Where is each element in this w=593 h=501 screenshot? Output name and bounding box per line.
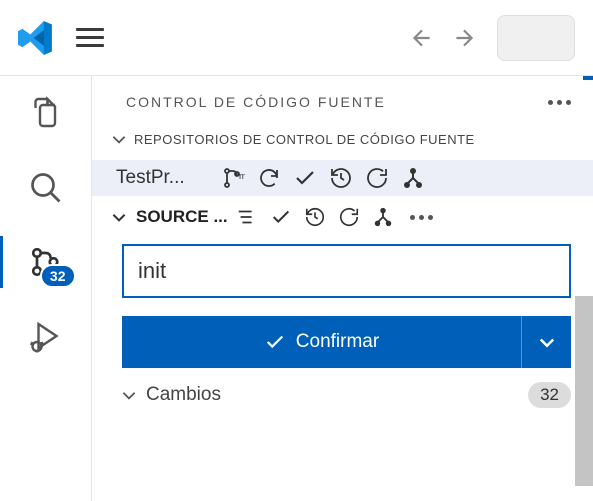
source-more-icon[interactable] <box>410 215 433 220</box>
run-debug-tab[interactable] <box>26 316 66 356</box>
scm-badge: 32 <box>40 264 76 288</box>
commit-message-input[interactable] <box>122 244 571 298</box>
titlebar <box>0 0 593 76</box>
repo-row[interactable]: TestPr... m <box>92 160 593 196</box>
changes-section-header[interactable]: Cambios 32 <box>92 368 593 408</box>
panel-title: CONTROL DE CÓDIGO FUENTE <box>126 94 548 110</box>
repo-name: TestPr... <box>116 167 211 189</box>
check-icon <box>264 331 286 353</box>
source-control-section-header[interactable]: SOURCE ... <box>92 196 593 238</box>
check-icon[interactable] <box>270 206 292 228</box>
chevron-down-icon <box>120 386 138 404</box>
check-icon[interactable] <box>293 166 317 190</box>
vscode-logo <box>18 20 54 56</box>
repos-section-label: REPOSITORIOS DE CONTROL DE CÓDIGO FUENTE <box>134 132 475 147</box>
history-icon[interactable] <box>329 166 353 190</box>
chevron-down-icon <box>537 332 557 352</box>
source-section-label: SOURCE ... <box>136 207 228 227</box>
command-center[interactable] <box>497 15 575 61</box>
chevron-down-icon <box>110 130 128 148</box>
nav-arrows <box>409 25 477 51</box>
sync-icon[interactable] <box>257 166 281 190</box>
accent-strip <box>583 76 593 80</box>
panel-more-icon[interactable] <box>548 100 571 105</box>
changes-count-badge: 32 <box>528 382 571 408</box>
nav-back-icon[interactable] <box>409 25 435 51</box>
commit-button-label: Confirmar <box>296 331 379 353</box>
refresh-icon[interactable] <box>365 166 389 190</box>
changes-label: Cambios <box>146 384 520 406</box>
source-control-panel: CONTROL DE CÓDIGO FUENTE REPOSITORIOS DE… <box>92 76 593 501</box>
nav-forward-icon[interactable] <box>451 25 477 51</box>
tree-view-icon[interactable] <box>236 206 258 228</box>
explorer-tab[interactable] <box>26 94 66 134</box>
repos-section-header[interactable]: REPOSITORIOS DE CONTROL DE CÓDIGO FUENTE <box>92 124 593 154</box>
source-control-tab[interactable]: 32 <box>26 242 66 282</box>
history-icon[interactable] <box>304 206 326 228</box>
search-tab[interactable] <box>26 168 66 208</box>
graph-icon[interactable] <box>372 206 394 228</box>
scrollbar[interactable] <box>575 296 593 486</box>
hamburger-menu-icon[interactable] <box>76 28 104 47</box>
svg-text:m: m <box>239 171 245 181</box>
graph-icon[interactable] <box>401 166 425 190</box>
commit-dropdown-button[interactable] <box>521 316 571 368</box>
activity-bar: 32 <box>0 76 92 501</box>
refresh-icon[interactable] <box>338 206 360 228</box>
chevron-down-icon <box>110 208 128 226</box>
branch-icon[interactable]: m <box>221 166 245 190</box>
commit-button[interactable]: Confirmar <box>122 316 521 368</box>
